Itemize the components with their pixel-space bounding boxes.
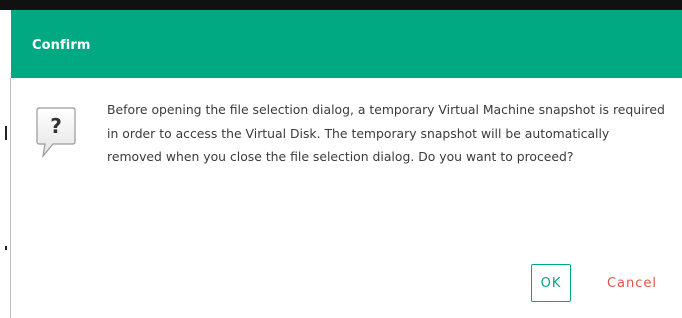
dialog-header: Confirm [11,10,682,78]
confirm-dialog: Confirm ? Before opening the file select… [11,10,682,318]
dialog-message: Before opening the file selection dialog… [107,102,665,164]
background-mark [5,246,7,250]
dialog-title: Confirm [32,38,91,53]
background-mark [5,126,7,140]
svg-text:?: ? [50,114,62,138]
background-edge [0,78,11,318]
ok-button[interactable]: OK [531,264,571,302]
window-top-border [0,0,682,10]
question-speech-bubble-icon: ? [36,106,76,159]
cancel-button[interactable]: Cancel [595,264,669,302]
